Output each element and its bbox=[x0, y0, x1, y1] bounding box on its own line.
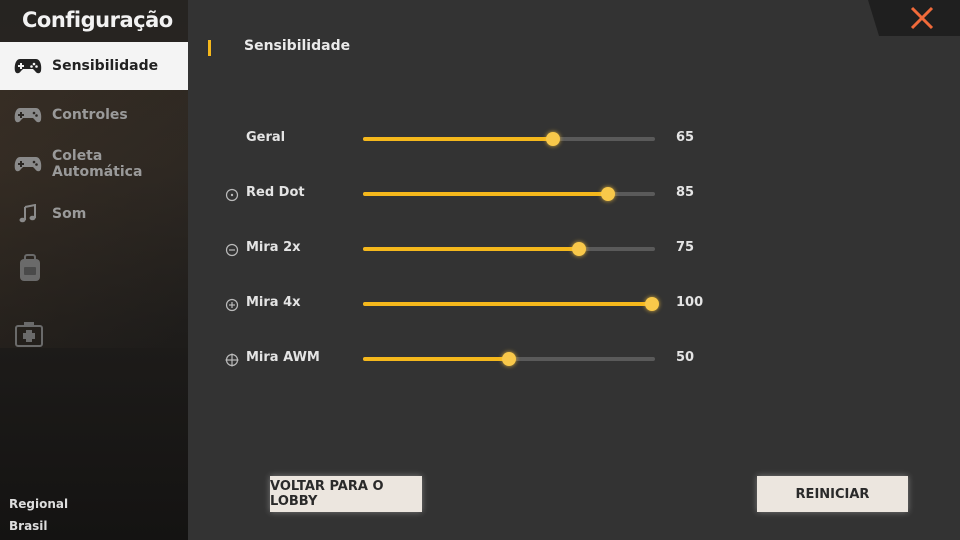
slider-value: 100 bbox=[676, 295, 704, 310]
region-value: Brasil bbox=[9, 519, 48, 533]
slider-value: 85 bbox=[676, 185, 695, 200]
music-note-icon bbox=[14, 204, 42, 224]
crosshair-icon bbox=[225, 352, 239, 367]
slider-thumb[interactable] bbox=[572, 242, 587, 256]
gamepad-icon bbox=[14, 105, 42, 125]
slider-label: Geral bbox=[246, 130, 286, 145]
sidebar-item-label: Coleta Automática bbox=[52, 148, 143, 180]
slider-value: 75 bbox=[676, 240, 695, 255]
backpack-icon[interactable] bbox=[14, 252, 46, 284]
sidebar: Configuração Sensibilidade Controles Col… bbox=[0, 0, 188, 540]
slider-label: Mira 4x bbox=[246, 295, 301, 310]
slider-thumb[interactable] bbox=[502, 352, 516, 366]
slider-track[interactable] bbox=[363, 352, 655, 366]
gamepad-icon bbox=[14, 154, 42, 174]
section-accent-bar bbox=[208, 40, 211, 56]
red-dot-scope-icon bbox=[225, 187, 239, 202]
medkit-icon[interactable] bbox=[14, 318, 46, 350]
slider-thumb[interactable] bbox=[645, 297, 660, 311]
sidebar-item-sensibilidade[interactable]: Sensibilidade bbox=[0, 42, 188, 90]
sidebar-item-label: Som bbox=[52, 206, 87, 222]
sidebar-item-coleta-automatica[interactable]: Coleta Automática bbox=[0, 140, 188, 188]
slider-track[interactable] bbox=[363, 187, 655, 201]
slider-track[interactable] bbox=[363, 242, 655, 256]
slider-row-red-dot: Red Dot 85 bbox=[188, 182, 960, 206]
slider-fill bbox=[363, 192, 609, 196]
section-title: Sensibilidade bbox=[244, 38, 351, 54]
slider-label: Mira 2x bbox=[246, 240, 301, 255]
sidebar-item-label: Controles bbox=[52, 107, 128, 123]
slider-fill bbox=[363, 247, 580, 251]
sidebar-item-controles[interactable]: Controles bbox=[0, 91, 188, 139]
scope-4x-icon bbox=[225, 297, 239, 312]
slider-fill bbox=[363, 302, 653, 306]
slider-label: Mira AWM bbox=[246, 350, 320, 365]
sidebar-item-label: Sensibilidade bbox=[52, 58, 159, 74]
region-label: Regional bbox=[9, 497, 69, 511]
gamepad-icon bbox=[14, 56, 42, 76]
slider-thumb[interactable] bbox=[601, 187, 616, 201]
settings-title: Configuração bbox=[22, 8, 173, 32]
slider-row-geral: Geral 65 bbox=[188, 127, 960, 151]
slider-track[interactable] bbox=[363, 132, 655, 146]
slider-value: 50 bbox=[676, 350, 695, 365]
reset-button[interactable]: REINICIAR bbox=[757, 476, 908, 512]
slider-track[interactable] bbox=[363, 297, 660, 311]
back-to-lobby-button[interactable]: VOLTAR PARA O LOBBY bbox=[270, 476, 422, 512]
slider-thumb[interactable] bbox=[545, 132, 560, 146]
slider-row-mira-4x: Mira 4x 100 bbox=[188, 292, 960, 316]
slider-fill bbox=[363, 137, 553, 141]
close-icon[interactable] bbox=[910, 6, 934, 30]
slider-row-mira-awm: Mira AWM 50 bbox=[188, 347, 960, 371]
close-area bbox=[868, 0, 960, 36]
settings-panel: Sensibilidade Geral 65 Red Dot 85 Mira 2… bbox=[188, 0, 960, 540]
sidebar-item-som[interactable]: Som bbox=[0, 190, 188, 238]
slider-fill bbox=[363, 357, 509, 361]
slider-row-mira-2x: Mira 2x 75 bbox=[188, 237, 960, 261]
scope-2x-icon bbox=[225, 242, 239, 257]
slider-value: 65 bbox=[676, 130, 695, 145]
slider-label: Red Dot bbox=[246, 185, 305, 200]
